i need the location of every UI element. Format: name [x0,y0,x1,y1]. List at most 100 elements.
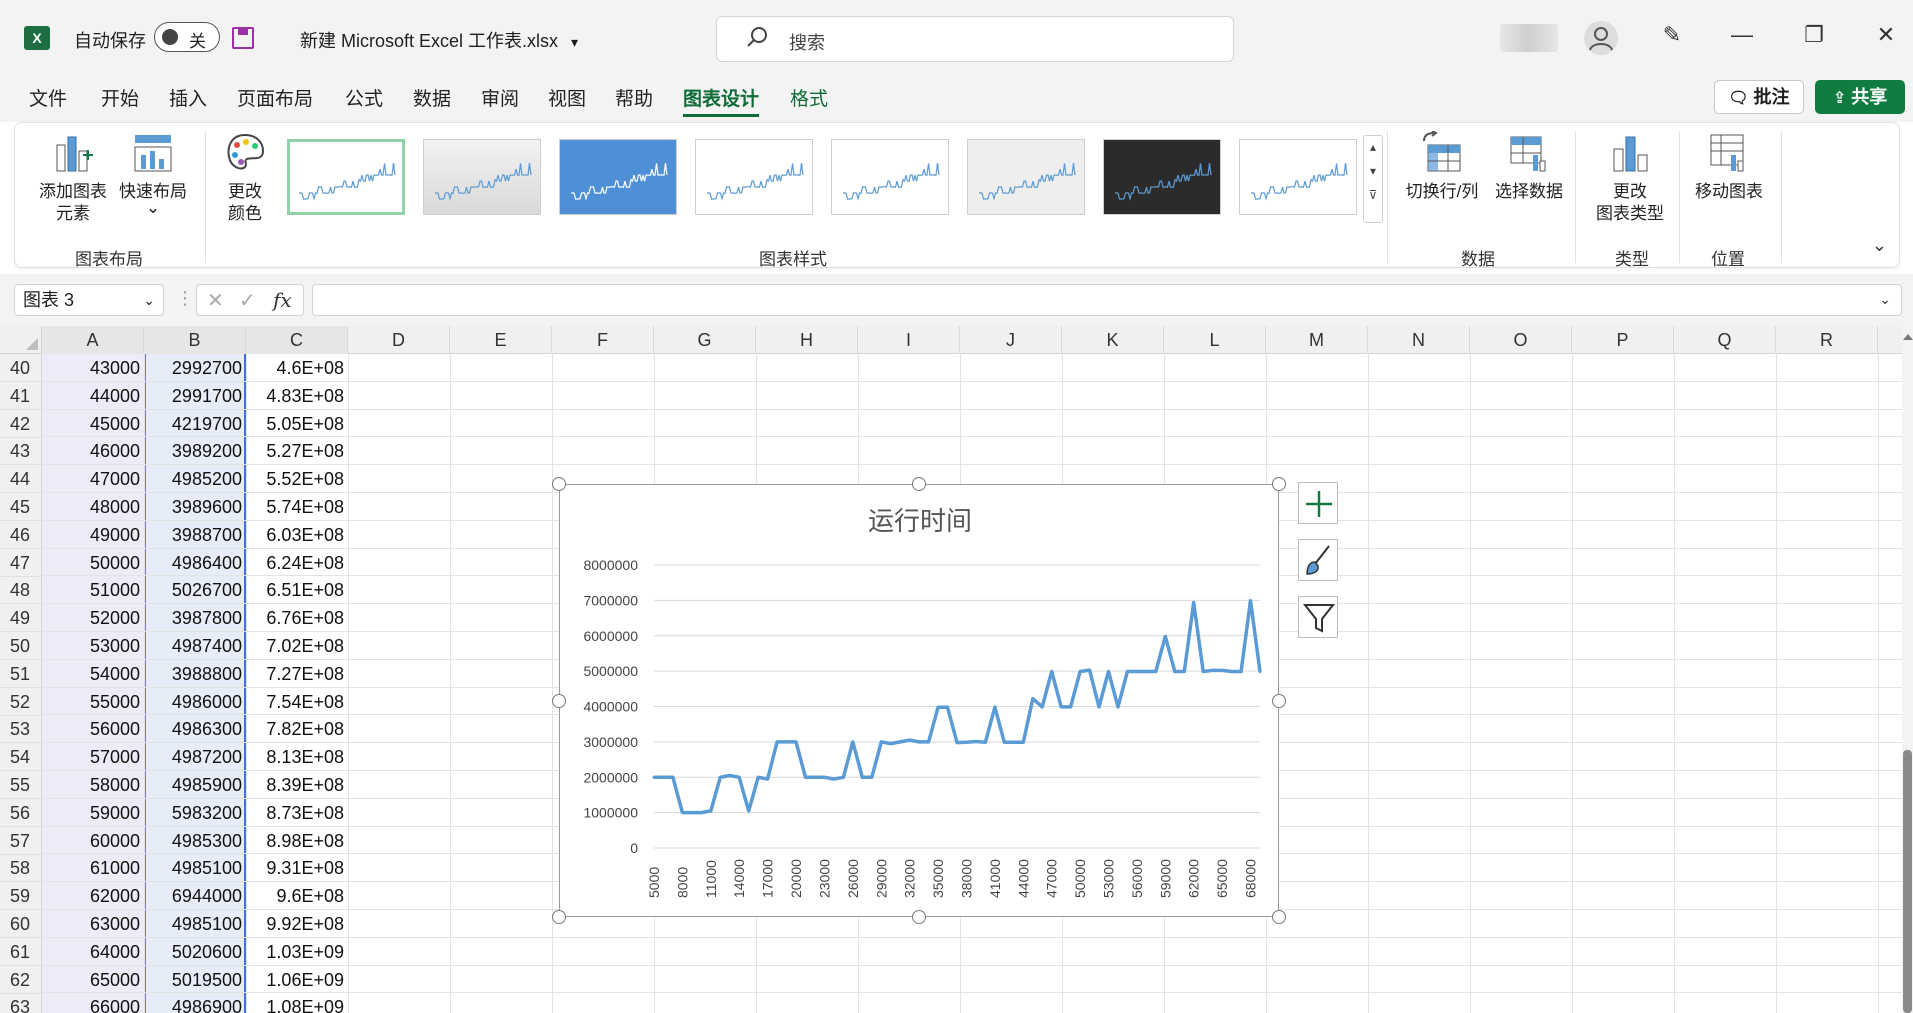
row-header[interactable]: 47 [0,549,42,577]
cell-b[interactable]: 2991700 [144,382,246,410]
chevron-down-icon[interactable]: ⌄ [143,285,155,315]
column-header-c[interactable]: C [246,326,348,354]
cell-a[interactable]: 49000 [42,521,144,549]
row-header[interactable]: 58 [0,854,42,883]
cell-b[interactable]: 4987200 [144,743,246,771]
cell-a[interactable]: 59000 [42,799,144,827]
resize-handle-e[interactable] [1272,694,1286,708]
data-point[interactable] [775,740,779,744]
row-header[interactable]: 59 [0,882,42,911]
data-point[interactable] [1097,705,1101,709]
column-header-j[interactable]: J [960,326,1062,354]
chart-style-8[interactable] [1239,139,1357,215]
data-point[interactable] [804,775,807,779]
data-point[interactable] [936,705,940,709]
resize-handle-nw[interactable] [552,477,566,491]
column-header-i[interactable]: I [858,326,960,354]
search-box[interactable]: 搜索 [716,16,1234,62]
chevron-down-icon[interactable]: ▾ [1364,164,1382,178]
row-header[interactable]: 43 [0,437,42,466]
data-point[interactable] [1192,600,1196,604]
cell-c[interactable]: 7.02E+08 [246,632,348,660]
enter-icon[interactable]: ✓ [239,288,256,313]
resize-handle-sw[interactable] [552,910,566,924]
data-point[interactable] [974,740,978,744]
cell-c[interactable]: 7.82E+08 [246,715,348,743]
cell-c[interactable]: 8.13E+08 [246,743,348,771]
data-point[interactable] [832,777,836,781]
cell-a[interactable]: 44000 [42,382,144,410]
chart-style-2[interactable] [423,139,541,215]
resize-handle-s[interactable] [912,910,926,924]
cell-b[interactable]: 3988700 [144,521,246,549]
data-point[interactable] [841,775,845,779]
data-point[interactable] [1002,740,1006,744]
cell-c[interactable]: 1.08E+09 [246,993,348,1013]
cell-c[interactable]: 5.27E+08 [246,437,348,465]
row-header[interactable]: 41 [0,382,42,410]
pen-icon[interactable]: ✎ [1652,22,1692,48]
row-header[interactable]: 57 [0,827,42,855]
chart-style-1[interactable] [287,139,405,215]
data-point[interactable] [860,775,864,779]
row-header[interactable]: 53 [0,715,42,744]
column-header-l[interactable]: L [1164,326,1266,354]
data-point[interactable] [813,775,817,779]
data-point[interactable] [927,740,931,744]
cell-c[interactable]: 6.24E+08 [246,549,348,577]
scrollbar-thumb[interactable] [1903,750,1912,1013]
data-point[interactable] [1107,669,1110,673]
cell-a[interactable]: 45000 [42,410,144,438]
column-header-q[interactable]: Q [1674,326,1776,354]
data-point[interactable] [1220,668,1224,672]
cell-a[interactable]: 57000 [42,743,144,771]
data-point[interactable] [690,811,694,815]
data-point[interactable] [1230,669,1234,673]
cell-b[interactable]: 5026700 [144,576,246,604]
select-data-button[interactable]: 选择数据 [1491,131,1567,203]
column-header-n[interactable]: N [1368,326,1470,354]
cell-b[interactable]: 2992700 [144,354,246,382]
cell-b[interactable]: 4985100 [144,854,246,882]
row-header[interactable]: 42 [0,410,42,438]
switch-row-column-button[interactable]: 切换行/列 [1397,130,1487,203]
cell-b[interactable]: 4986300 [144,715,246,743]
name-box[interactable]: 图表 3 ⌄ [14,284,164,316]
row-header[interactable]: 61 [0,938,42,966]
user-avatar[interactable] [1584,21,1618,55]
cell-c[interactable]: 9.92E+08 [246,910,348,938]
row-header[interactable]: 40 [0,354,42,382]
cell-b[interactable]: 4985200 [144,465,246,493]
data-point[interactable] [1088,668,1092,672]
row-header[interactable]: 54 [0,743,42,772]
chart-style-5[interactable] [831,139,949,215]
data-point[interactable] [1031,697,1035,701]
data-point[interactable] [955,741,959,745]
cell-a[interactable]: 48000 [42,493,144,521]
cell-c[interactable]: 9.6E+08 [246,882,348,910]
cell-b[interactable]: 3988800 [144,660,246,688]
column-header-d[interactable]: D [348,326,450,354]
data-point[interactable] [870,775,874,779]
chart-style-4[interactable] [695,139,813,215]
cell-a[interactable]: 62000 [42,882,144,910]
insert-function-icon[interactable]: fx [273,288,292,312]
data-point[interactable] [1163,634,1167,638]
data-point[interactable] [946,705,950,709]
cell-a[interactable]: 54000 [42,660,144,688]
tab-page-layout[interactable]: 页面布局 [237,84,313,111]
resize-handle-se[interactable] [1272,910,1286,924]
column-header-e[interactable]: E [450,326,552,354]
data-point[interactable] [1249,599,1253,603]
data-point[interactable] [1239,669,1243,673]
cell-c[interactable]: 4.83E+08 [246,382,348,410]
row-header[interactable]: 44 [0,465,42,494]
column-header-b[interactable]: B [144,326,246,354]
row-header[interactable]: 52 [0,688,42,716]
tab-format[interactable]: 格式 [790,84,828,111]
data-point[interactable] [785,740,789,744]
data-point[interactable] [1258,669,1262,673]
tab-data[interactable]: 数据 [413,84,451,111]
tab-help[interactable]: 帮助 [615,84,653,111]
data-point[interactable] [983,740,987,744]
